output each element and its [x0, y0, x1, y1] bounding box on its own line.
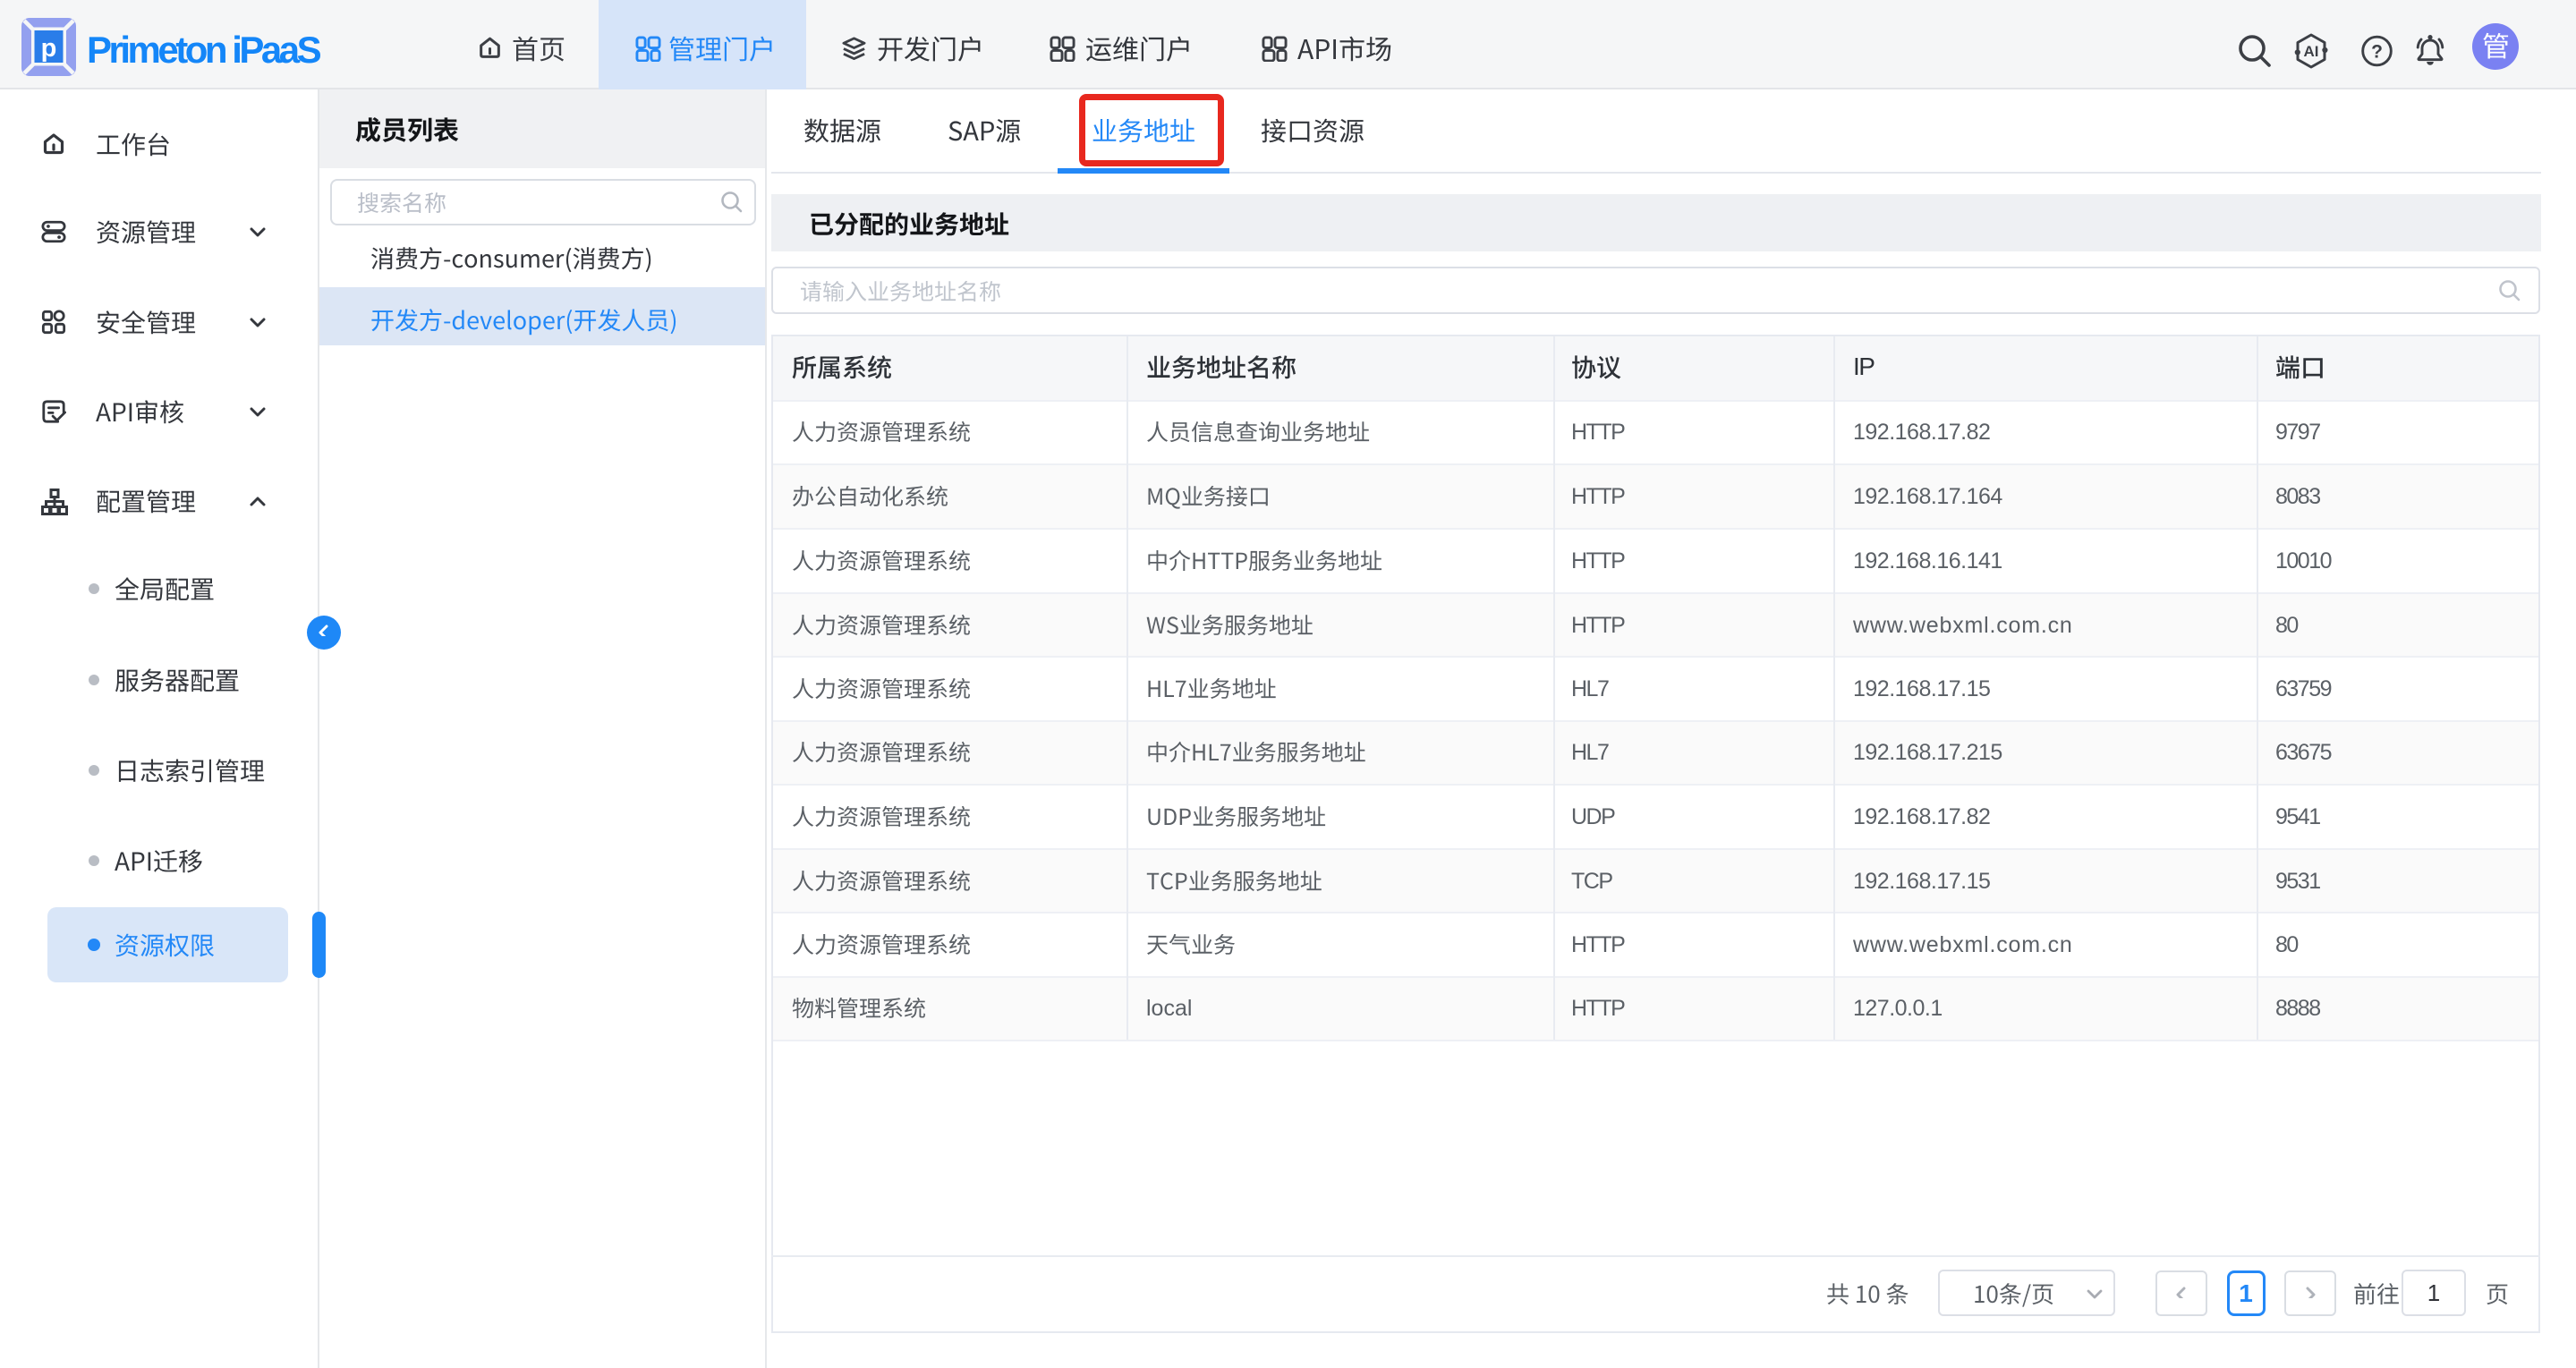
svg-text:AI: AI: [2304, 43, 2319, 60]
svg-text:p: p: [41, 34, 57, 63]
svg-text:?: ?: [2371, 42, 2383, 63]
